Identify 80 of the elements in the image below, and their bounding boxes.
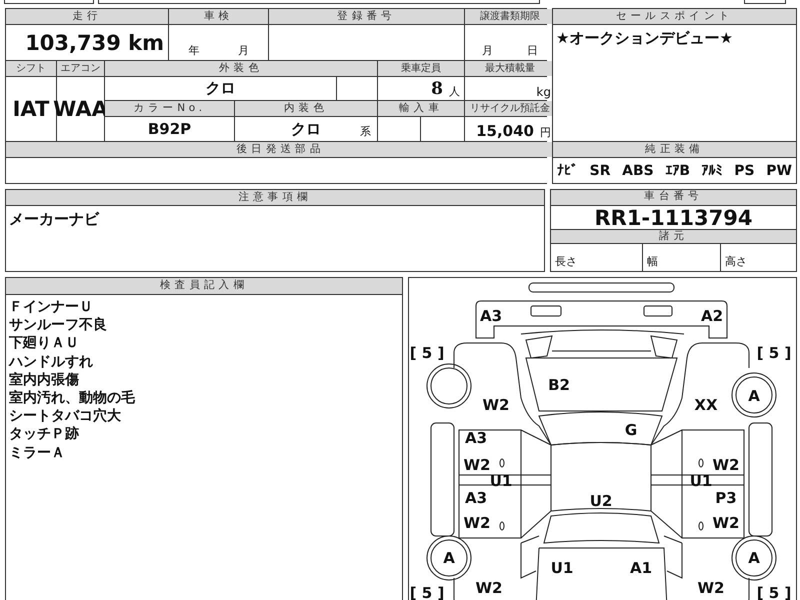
inspector-note: 下廻りＡＵ bbox=[9, 334, 80, 353]
equipment-item: PW bbox=[766, 162, 792, 178]
damage-code: W2 bbox=[698, 579, 724, 597]
column-header: 走行 bbox=[6, 9, 168, 24]
recycle-deposit-value: 15,040 bbox=[476, 122, 534, 140]
interior-color-suffix: 系 bbox=[360, 124, 371, 139]
capacity-unit: 人 bbox=[449, 84, 460, 99]
column-header: 外装色 bbox=[105, 61, 377, 76]
inspector-note: サンルーフ不良 bbox=[9, 316, 108, 334]
damage-code: A bbox=[748, 549, 760, 567]
column-header: シフト bbox=[6, 61, 56, 76]
equipment-item: ﾅﾋﾞ bbox=[557, 162, 578, 178]
damage-code: A2 bbox=[700, 307, 724, 325]
damage-code: G bbox=[624, 421, 638, 439]
inspector-note: ハンドルすれ bbox=[9, 352, 94, 371]
spec-field: 長さ bbox=[550, 244, 642, 271]
notes-text: メーカーナビ bbox=[6, 206, 544, 271]
damage-code: W2 bbox=[712, 514, 740, 532]
chassis-number: RR1-1113794 bbox=[550, 206, 796, 229]
column-header: 内装色 bbox=[235, 101, 377, 116]
column-header: カラーNo. bbox=[105, 101, 234, 116]
equipment-item: ｴｱB bbox=[665, 162, 690, 178]
spec-field: 高さ bbox=[720, 244, 796, 271]
damage-code: U2 bbox=[590, 492, 612, 510]
column-header: 車検 bbox=[169, 9, 268, 24]
year-unit: 年 bbox=[188, 43, 200, 58]
damage-code: A bbox=[748, 387, 760, 405]
equipment-item: ｱﾙﾐ bbox=[702, 162, 723, 178]
inspector-note: ミラーＡ bbox=[9, 444, 66, 462]
equipment-item: SR bbox=[590, 162, 610, 178]
column-header: 後日発送部品 bbox=[6, 142, 555, 157]
damage-code: A3 bbox=[464, 489, 488, 507]
column-header: セールスポイント bbox=[553, 9, 796, 24]
column-header: 輸入車 bbox=[378, 101, 464, 116]
column-header: 譲渡書類期限 bbox=[465, 9, 555, 24]
damage-code: W2 bbox=[464, 456, 490, 474]
damage-code: [ 5 ] bbox=[410, 344, 444, 362]
interior-color-value: クロ bbox=[291, 120, 321, 138]
damage-code: U1 bbox=[550, 559, 574, 577]
spec-field: 幅 bbox=[642, 244, 720, 271]
column-header: 注意事項欄 bbox=[6, 190, 544, 205]
damage-code: [ 5 ] bbox=[756, 584, 792, 600]
damage-code: A3 bbox=[464, 429, 488, 447]
day-unit: 日 bbox=[527, 43, 538, 58]
column-header: エアコン bbox=[57, 61, 104, 76]
damage-code: A1 bbox=[630, 559, 652, 577]
damage-code: W2 bbox=[464, 514, 490, 532]
damage-code: W2 bbox=[712, 456, 740, 474]
inspector-note: タッチＰ跡 bbox=[9, 425, 80, 444]
color-number-value: B92P bbox=[105, 117, 234, 141]
damage-code: P3 bbox=[715, 489, 737, 507]
inspector-note: シートタバコ穴大 bbox=[9, 407, 122, 426]
yen-unit: 円 bbox=[540, 125, 551, 140]
column-header: 諸元 bbox=[550, 230, 796, 243]
damage-code: A bbox=[443, 549, 455, 567]
inspector-note: 室内汚れ、動物の毛 bbox=[9, 389, 136, 408]
column-header: 乗車定員 bbox=[378, 61, 464, 76]
damage-code: XX bbox=[694, 396, 718, 414]
month-unit: 月 bbox=[238, 43, 249, 58]
sales-point-text: ★オークションデビュー★ bbox=[553, 25, 796, 141]
month-unit: 月 bbox=[482, 43, 493, 58]
capacity-value: 8 bbox=[431, 79, 443, 99]
damage-code: A3 bbox=[480, 307, 502, 325]
equipment-item: ABS bbox=[622, 162, 654, 178]
damage-code: [ 5 ] bbox=[756, 344, 792, 362]
damage-code: W2 bbox=[476, 579, 502, 597]
damage-code: [ 5 ] bbox=[410, 584, 444, 600]
inspector-note: 室内内張傷 bbox=[9, 370, 80, 390]
exterior-color-value: クロ bbox=[105, 77, 336, 100]
damage-code: B2 bbox=[548, 376, 570, 394]
damage-code: W2 bbox=[482, 396, 510, 414]
column-header: 車台番号 bbox=[550, 190, 796, 205]
column-header: 最大積載量 bbox=[465, 61, 555, 76]
column-header: リサイクル預託金 bbox=[465, 101, 555, 116]
column-header: 検査員記入欄 bbox=[6, 278, 402, 294]
equipment-item: PS bbox=[734, 162, 755, 178]
column-header: 登録番号 bbox=[269, 9, 464, 24]
inspector-note: ＦインナーＵ bbox=[9, 298, 94, 316]
column-header: 純正装備 bbox=[553, 142, 796, 157]
mileage-value: 103,739 km bbox=[6, 25, 168, 60]
